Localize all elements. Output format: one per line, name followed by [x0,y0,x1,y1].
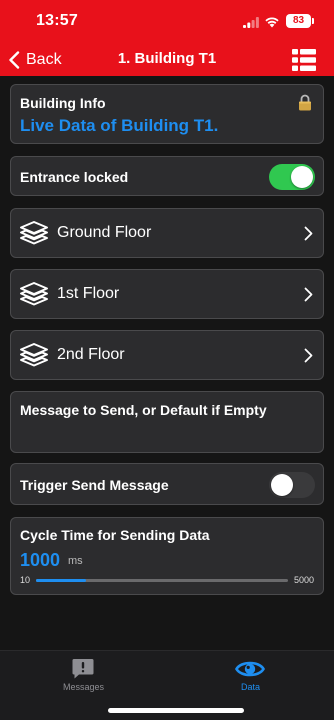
slider-max-label: 5000 [293,575,314,585]
toggle-knob [271,474,293,496]
status-time: 13:57 [36,12,78,29]
page-title: 1. Building T1 [117,50,217,67]
entrance-locked-label: Entrance locked [20,169,129,185]
cycle-time-unit: ms [68,555,83,567]
building-info-card: Building Info Live Data of Building T1. [10,84,324,144]
layers-icon [20,343,48,367]
signal-icon [243,17,259,28]
layers-icon [20,221,48,245]
tab-messages-label: Messages [62,682,105,692]
slider-min-label: 10 [20,575,31,585]
building-info-label: Building Info [20,95,106,111]
battery-indicator: 83 [286,14,314,28]
entrance-locked-row: Entrance locked [10,156,324,196]
floor-item-ground[interactable]: Ground Floor [10,208,324,258]
trigger-send-toggle[interactable] [269,472,315,498]
chevron-right-icon [304,226,313,241]
chevron-right-icon [304,287,313,302]
floor-label: 1st Floor [57,285,120,302]
navigation-bar: Back 1. Building T1 [0,44,334,76]
cycle-time-value: 1000 [20,550,61,570]
main-content: Building Info Live Data of Building T1. … [0,76,334,716]
trigger-send-row: Trigger Send Message [10,463,324,505]
tab-data-label: Data [240,682,260,692]
floor-label: Ground Floor [57,224,152,241]
trigger-send-label: Trigger Send Message [20,477,169,493]
slider-fill [36,579,86,582]
entrance-locked-toggle[interactable] [269,164,315,190]
tab-data[interactable]: Data [167,651,334,701]
status-bar: 13:57 83 [0,0,334,44]
eye-icon [235,661,265,677]
cycle-time-slider[interactable] [36,579,288,582]
floor-label: 2nd Floor [57,346,125,363]
toggle-knob [291,166,313,188]
layers-icon [20,282,48,306]
chevron-right-icon [304,348,313,363]
cycle-time-card: Cycle Time for Sending Data 1000 ms 10 5… [10,517,324,595]
message-input[interactable]: Message to Send, or Default if Empty [10,391,324,453]
message-alert-icon [72,659,94,679]
live-data-link[interactable]: Live Data of Building T1. [20,116,218,136]
list-icon[interactable] [292,48,316,72]
tab-messages[interactable]: Messages [0,651,167,701]
lock-icon [299,94,311,111]
wifi-icon [265,17,279,28]
floor-item-1st[interactable]: 1st Floor [10,269,324,319]
cycle-time-label: Cycle Time for Sending Data [20,527,210,543]
floor-item-2nd[interactable]: 2nd Floor [10,330,324,380]
message-input-placeholder: Message to Send, or Default if Empty [20,402,267,418]
home-indicator [108,708,244,713]
